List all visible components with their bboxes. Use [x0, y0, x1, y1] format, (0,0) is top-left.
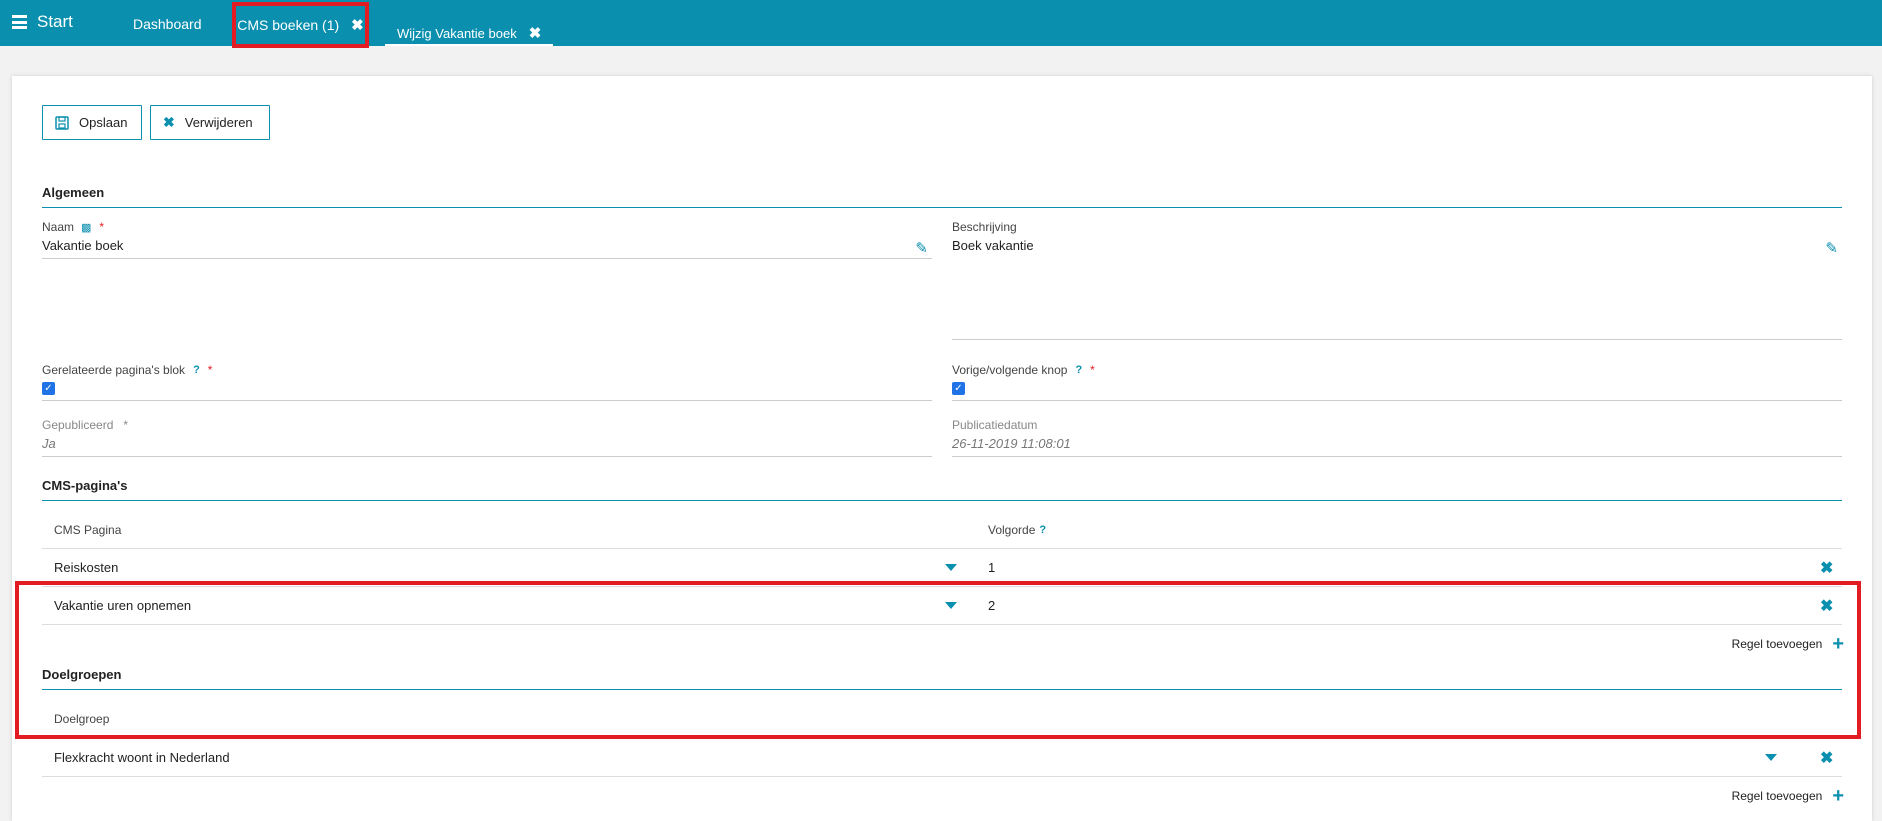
volgorde-input[interactable]: 1 — [988, 560, 995, 575]
book-icon: ▩ — [81, 221, 92, 234]
column-header-volgorde: Volgorde ? — [988, 523, 1046, 537]
publicatiedatum-label: Publicatiedatum — [952, 418, 1038, 432]
volgorde-input[interactable]: 2 — [988, 598, 995, 613]
cms-pagina-select[interactable]: Reiskosten — [54, 560, 118, 575]
add-doelgroep-row-button[interactable]: Regel toevoegen + — [1732, 786, 1844, 806]
section-title-doelgroepen: Doelgroepen — [42, 667, 1842, 690]
vorige-volgende-checkbox[interactable]: ✓ — [952, 382, 965, 395]
gerelateerde-checkbox[interactable]: ✓ — [42, 382, 55, 395]
delete-button-label: Verwijderen — [184, 115, 253, 130]
start-label: Start — [37, 12, 73, 31]
naam-label: Naam — [42, 220, 75, 234]
cms-pagina-select[interactable]: Vakantie uren opnemen — [54, 598, 191, 613]
start-menu-button[interactable]: Start — [12, 12, 73, 32]
publicatiedatum-value: 26-11-2019 11:08:01 — [952, 436, 1842, 457]
add-cms-pagina-row-button[interactable]: Regel toevoegen + — [1732, 634, 1844, 654]
column-header-cms-pagina: CMS Pagina — [54, 523, 122, 537]
required-mark: * — [1090, 363, 1095, 377]
table-row: Vakantie uren opnemen 2 ✖ — [42, 586, 1842, 624]
plus-icon: + — [1832, 633, 1844, 655]
edit-form-card: Opslaan ✖ Verwijderen Algemeen Naam ▩ * … — [12, 76, 1872, 821]
table-row: Reiskosten 1 ✖ — [42, 548, 1842, 586]
section-title-cms-paginas: CMS-pagina's — [42, 478, 1842, 501]
close-icon: ✖ — [163, 114, 175, 130]
tab-cms-boeken[interactable]: CMS boeken (1) ✖ — [232, 2, 369, 48]
publicatiedatum-field: Publicatiedatum 26-11-2019 11:08:01 — [952, 418, 1842, 457]
section-title-algemeen: Algemeen — [42, 185, 1842, 208]
add-row-label: Regel toevoegen — [1731, 637, 1823, 651]
remove-row-icon[interactable]: ✖ — [1820, 596, 1833, 616]
tab-dashboard-label: Dashboard — [133, 16, 202, 32]
help-icon[interactable]: ? — [1039, 524, 1046, 536]
tab-close-icon[interactable]: ✖ — [529, 26, 542, 41]
save-button-label: Opslaan — [79, 115, 128, 130]
delete-button[interactable]: ✖ Verwijderen — [150, 105, 270, 140]
chevron-down-icon[interactable] — [945, 602, 957, 609]
beschrijving-label: Beschrijving — [952, 220, 1017, 234]
tab-wijzig-label: Wijzig Vakantie boek — [397, 25, 517, 41]
table-divider — [42, 776, 1842, 777]
required-mark: * — [99, 220, 105, 234]
plus-icon: + — [1832, 785, 1844, 807]
help-icon[interactable]: ? — [1075, 364, 1082, 376]
gepubliceerd-label: Gepubliceerd — [42, 418, 114, 432]
tab-dashboard[interactable]: Dashboard — [133, 16, 202, 32]
gepubliceerd-value: Ja — [42, 436, 932, 457]
required-mark: * — [123, 418, 129, 432]
remove-row-icon[interactable]: ✖ — [1820, 558, 1833, 578]
chevron-down-icon[interactable] — [1765, 754, 1777, 761]
tab-close-icon[interactable]: ✖ — [351, 18, 364, 33]
chevron-down-icon[interactable] — [945, 564, 957, 571]
doelgroep-select[interactable]: Flexkracht woont in Nederland — [54, 750, 230, 765]
add-row-label: Regel toevoegen — [1731, 789, 1823, 803]
volgorde-label: Volgorde — [988, 523, 1036, 537]
naam-input[interactable]: Vakantie boek — [42, 238, 932, 259]
floppy-disk-icon — [55, 115, 69, 130]
column-header-doelgroep: Doelgroep — [54, 712, 110, 726]
gerelateerde-label: Gerelateerde pagina's blok — [42, 363, 186, 377]
beschrijving-field: Beschrijving Boek vakantie ✎ — [952, 220, 1842, 340]
gerelateerde-field: Gerelateerde pagina's blok ? * ✓ — [42, 363, 932, 401]
naam-field: Naam ▩ * Vakantie boek ✎ — [42, 220, 932, 259]
pencil-icon[interactable]: ✎ — [915, 239, 928, 257]
vorige-volgende-field: Vorige/volgende knop ? * ✓ — [952, 363, 1842, 401]
pencil-icon[interactable]: ✎ — [1825, 239, 1838, 257]
required-mark: * — [207, 363, 213, 377]
top-bar: Start Dashboard CMS boeken (1) ✖ Wijzig … — [0, 0, 1882, 48]
gepubliceerd-field: Gepubliceerd * Ja — [42, 418, 932, 457]
table-row: Flexkracht woont in Nederland ✖ — [42, 738, 1842, 776]
vorige-volgende-label: Vorige/volgende knop — [952, 363, 1068, 377]
table-divider — [42, 624, 1842, 625]
hamburger-icon — [12, 15, 27, 29]
tab-cms-boeken-label: CMS boeken (1) — [237, 17, 340, 33]
help-icon[interactable]: ? — [193, 364, 200, 376]
tab-wijzig-vakantie-boek[interactable]: Wijzig Vakantie boek ✖ — [385, 16, 554, 46]
save-button[interactable]: Opslaan — [42, 105, 142, 140]
remove-row-icon[interactable]: ✖ — [1820, 748, 1833, 768]
beschrijving-textarea[interactable]: Boek vakantie — [952, 238, 1842, 340]
